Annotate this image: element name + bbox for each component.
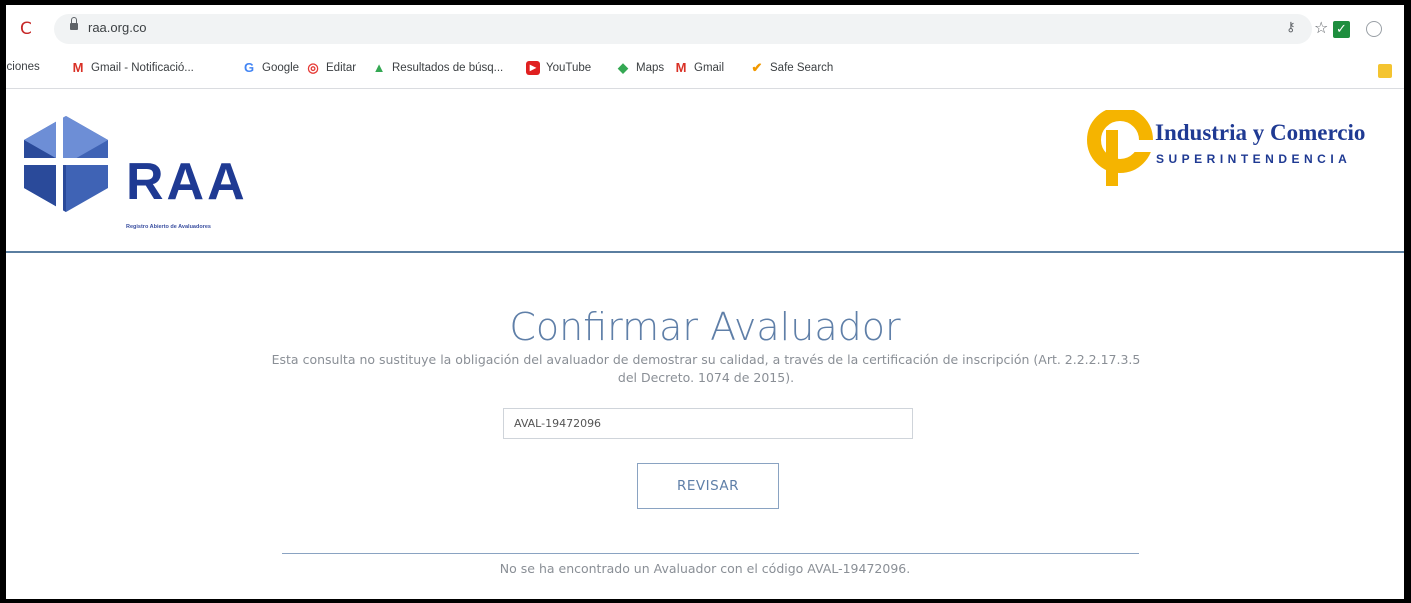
folder-icon[interactable]: [1378, 64, 1392, 78]
safe-search-icon: ✔: [751, 60, 763, 75]
drive-icon: ▲: [372, 60, 386, 75]
result-message: No se ha encontrado un Avaluador con el …: [499, 561, 911, 576]
bookmark-item[interactable]: ▲ Resultados de búsq...: [372, 60, 504, 75]
bookmark-item[interactable]: G Google: [242, 61, 299, 75]
raa-logo-subtitle: Registro Abierto de Avaluadores: [126, 224, 211, 230]
sic-subtitle: SUPERINTENDENCIA: [1156, 152, 1352, 166]
site-header: RAA Registro Abierto de Avaluadores Indu…: [6, 90, 1404, 253]
bookmark-item[interactable]: iciones: [6, 61, 40, 73]
bookmark-item[interactable]: M Gmail - Notificació...: [71, 61, 194, 75]
gmail-icon: M: [675, 60, 687, 75]
google-icon: G: [243, 60, 255, 75]
extension-circle-icon[interactable]: [1366, 21, 1382, 37]
extension-check-icon[interactable]: ✓: [1333, 21, 1350, 38]
page-title: Confirmar Avaluador: [509, 305, 901, 349]
disclaimer-text: Esta consulta no sustituye la obligación…: [271, 352, 1141, 385]
sic-logo-icon: [1087, 110, 1154, 186]
bookmark-item[interactable]: ◎ Editar: [306, 61, 356, 75]
raa-cube-icon: [16, 116, 116, 216]
star-icon[interactable]: ☆: [1314, 18, 1328, 37]
bookmark-item[interactable]: ✔ Safe Search: [750, 60, 834, 75]
divider: [282, 553, 1139, 554]
bookmark-item[interactable]: ◆ Maps: [616, 61, 664, 75]
main-content: Confirmar Avaluador Esta consulta no sus…: [6, 255, 1404, 599]
raa-logo-text: RAA: [126, 153, 248, 211]
avaluador-code-input[interactable]: [503, 408, 913, 439]
maps-icon: ◆: [618, 60, 628, 75]
revisar-button[interactable]: REVISAR: [637, 463, 779, 509]
omnibox[interactable]: raa.org.co ⚷ ☆: [54, 14, 1328, 44]
bookmark-item[interactable]: M Gmail: [674, 61, 724, 75]
gmail-icon: M: [72, 60, 84, 75]
editar-icon: ◎: [307, 60, 319, 75]
raa-logo[interactable]: RAA Registro Abierto de Avaluadores: [16, 116, 286, 230]
address-bar-area: C raa.org.co ⚷ ☆ ✓: [6, 5, 1404, 53]
bookmarks-bar: iciones M Gmail - Notificació... G Google …: [6, 53, 1404, 89]
url-text[interactable]: raa.org.co: [88, 20, 147, 35]
reload-icon[interactable]: C: [20, 19, 32, 39]
sic-title: Industria y Comercio: [1155, 120, 1366, 145]
key-icon[interactable]: ⚷: [1286, 20, 1296, 35]
browser-window: C raa.org.co ⚷ ☆ ✓ iciones M Gmail - Noti…: [6, 5, 1404, 599]
bookmark-item[interactable]: ▶ YouTube: [526, 61, 591, 75]
lock-icon[interactable]: [70, 17, 78, 31]
youtube-icon: ▶: [526, 61, 540, 75]
